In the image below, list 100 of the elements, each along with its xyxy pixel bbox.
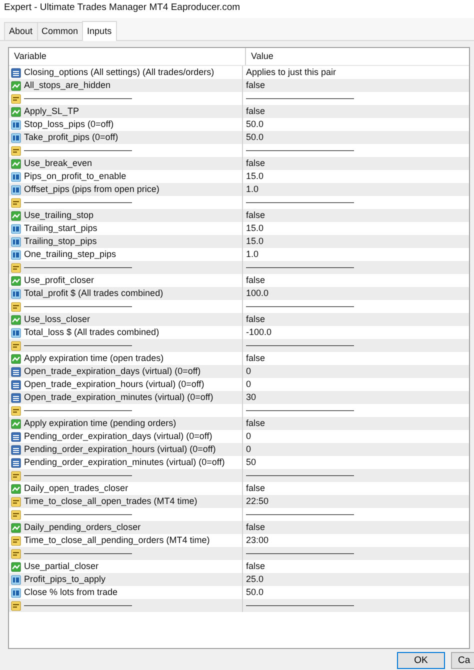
variable-name: Trailing_stop_pips xyxy=(24,236,97,247)
variable-value: 50.0 xyxy=(246,587,264,598)
variable-name: Open_trade_expiration_hours (virtual) (0=off) xyxy=(24,379,204,390)
text-icon xyxy=(11,406,21,416)
variable-value: Applies to just this pair xyxy=(246,67,336,78)
variable-value: false xyxy=(246,353,266,364)
ok-button[interactable]: OK xyxy=(397,652,445,669)
variable-value: ———————————— xyxy=(246,93,354,104)
variable-value: 23:00 xyxy=(246,535,269,546)
chart-icon xyxy=(11,106,21,116)
number-icon xyxy=(11,172,21,182)
variable-value: ———————————— xyxy=(246,548,354,559)
variable-name: Total_loss $ (All trades combined) xyxy=(24,327,160,338)
variable-value: -100.0 xyxy=(246,327,272,338)
variable-name: Use_trailing_stop xyxy=(24,210,94,221)
text-icon xyxy=(11,94,21,104)
variable-value: 25.0 xyxy=(246,574,264,585)
variable-name: Stop_loss_pips (0=off) xyxy=(24,119,114,130)
chart-icon xyxy=(11,158,21,168)
variable-name: Offset_pips (pips from open price) xyxy=(24,184,160,195)
variable-value: 22:50 xyxy=(246,496,269,507)
list-icon xyxy=(11,68,21,78)
number-icon xyxy=(11,184,21,194)
list-icon xyxy=(11,392,21,402)
variable-name: Open_trade_expiration_minutes (virtual) (0=off) xyxy=(24,392,214,403)
cancel-button[interactable]: Ca xyxy=(451,652,474,669)
variable-value: false xyxy=(246,418,266,429)
variable-value: ———————————— xyxy=(246,340,354,351)
text-icon xyxy=(11,262,21,272)
variable-value: 0 xyxy=(246,444,252,455)
variable-name: Apply expiration time (open trades) xyxy=(24,353,164,364)
column-header[interactable]: Variable xyxy=(9,48,246,65)
tab[interactable]: Inputs xyxy=(82,21,117,41)
number-icon xyxy=(11,224,21,234)
variable-value: ———————————— xyxy=(246,197,354,208)
variable-name: Closing_options (All settings) (All trades/orders) xyxy=(24,67,214,78)
variable-name: Daily_pending_orders_closer xyxy=(24,522,141,533)
variable-name: ———————————— xyxy=(24,145,132,156)
variable-name: Apply expiration time (pending orders) xyxy=(24,418,176,429)
list-icon xyxy=(11,444,21,454)
variable-name: ———————————— xyxy=(24,340,132,351)
tab[interactable]: Common xyxy=(36,22,84,40)
variable-value: 50.0 xyxy=(246,119,264,130)
number-icon xyxy=(11,120,21,130)
chart-icon xyxy=(11,210,21,220)
variable-value: 0 xyxy=(246,431,252,442)
variable-name: Total_profit $ (All trades combined) xyxy=(24,288,164,299)
tab[interactable]: About xyxy=(4,22,38,40)
variable-name: Use_break_even xyxy=(24,158,92,169)
list-icon xyxy=(11,380,21,390)
text-icon xyxy=(11,198,21,208)
text-icon xyxy=(11,496,21,506)
number-icon xyxy=(11,250,21,260)
variable-name: Pending_order_expiration_hours (virtual) (0=off) xyxy=(24,444,216,455)
column-header[interactable]: Value xyxy=(246,48,469,65)
variable-value: 0 xyxy=(246,379,252,390)
variable-name: One_trailing_step_pips xyxy=(24,249,116,260)
text-icon xyxy=(11,548,21,558)
chart-icon xyxy=(11,562,21,572)
variable-name: Use_loss_closer xyxy=(24,314,90,325)
variable-value: ———————————— xyxy=(246,470,354,481)
chart-icon xyxy=(11,314,21,324)
variable-name: Profit_pips_to_apply xyxy=(24,574,106,585)
chart-icon xyxy=(11,522,21,532)
variable-name: Pips_on_profit_to_enable xyxy=(24,171,126,182)
variable-name: Daily_open_trades_closer xyxy=(24,483,128,494)
variable-value: 30 xyxy=(246,392,256,403)
variable-name: ———————————— xyxy=(24,405,132,416)
variable-value: false xyxy=(246,158,266,169)
variable-value: false xyxy=(246,106,266,117)
list-icon xyxy=(11,366,21,376)
variable-value: ———————————— xyxy=(246,509,354,520)
variable-name: Trailing_start_pips xyxy=(24,223,98,234)
chart-icon xyxy=(11,276,21,286)
variable-name: Close % lots from trade xyxy=(24,587,118,598)
variable-name: Open_trade_expiration_days (virtual) (0=off) xyxy=(24,366,201,377)
text-icon xyxy=(11,510,21,520)
variable-name: ———————————— xyxy=(24,509,132,520)
variable-value: 100.0 xyxy=(246,288,269,299)
variable-name: ———————————— xyxy=(24,600,132,611)
variable-value: ———————————— xyxy=(246,405,354,416)
variable-value: 1.0 xyxy=(246,249,259,260)
chart-icon xyxy=(11,354,21,364)
text-icon xyxy=(11,146,21,156)
number-icon xyxy=(11,328,21,338)
variable-value: 15.0 xyxy=(246,171,264,182)
variable-name: Use_partial_closer xyxy=(24,561,99,572)
text-icon xyxy=(11,302,21,312)
chart-icon xyxy=(11,80,21,90)
variable-value: false xyxy=(246,210,266,221)
variable-name: ———————————— xyxy=(24,301,132,312)
variable-name: ———————————— xyxy=(24,548,132,559)
variable-value: false xyxy=(246,275,266,286)
variable-name: ———————————— xyxy=(24,262,132,273)
variable-name: ———————————— xyxy=(24,93,132,104)
number-icon xyxy=(11,236,21,246)
chart-icon xyxy=(11,484,21,494)
variable-name: Time_to_close_all_pending_orders (MT4 time) xyxy=(24,535,210,546)
variable-value: false xyxy=(246,561,266,572)
number-icon xyxy=(11,588,21,598)
